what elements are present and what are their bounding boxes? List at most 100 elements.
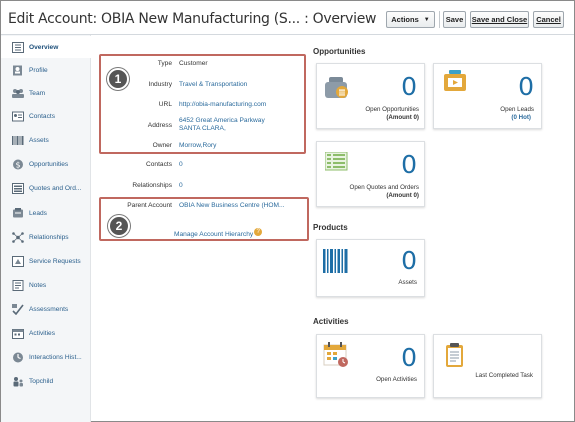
assets-icon — [12, 135, 24, 146]
address-label: Address — [147, 122, 172, 129]
sidebar-item-assets[interactable]: Assets — [1, 129, 91, 151]
assets-count: 0 — [401, 246, 417, 275]
notes-icon — [12, 279, 24, 291]
industry-label: Industry — [148, 81, 172, 88]
clipboard-icon — [444, 342, 466, 373]
assets-label: Assets — [398, 279, 417, 286]
help-icon[interactable]: ? — [254, 227, 263, 236]
open-activities-card[interactable]: 0 Open Activities — [316, 334, 425, 398]
sidebar-item-activities[interactable]: Activities — [1, 322, 91, 344]
open-quotes-orders-card[interactable]: 0 Open Quotes and Orders (Amount 0) — [316, 141, 425, 207]
sidebar-item-label: Profile — [29, 66, 48, 74]
open-leads-hot-link[interactable]: (0 Hot) — [511, 114, 531, 121]
calendar-icon — [323, 342, 349, 373]
actions-menu-button[interactable]: Actions ▼ — [386, 11, 435, 28]
sidebar-item-label: Interactions Hist... — [29, 353, 82, 361]
sidebar-item-label: Assets — [29, 136, 49, 144]
leads-box-icon — [443, 70, 467, 99]
cancel-button[interactable]: Cancel — [533, 11, 564, 28]
opportunity-bag-icon — [323, 75, 349, 104]
sidebar-item-label: Leads — [29, 209, 47, 217]
sidebar-item-interactions-history[interactable]: Interactions Hist... — [1, 346, 91, 368]
cancel-label: Cancel — [536, 15, 561, 24]
open-leads-label: Open Leads — [500, 106, 534, 113]
type-value: Customer — [179, 60, 208, 67]
save-button[interactable]: Save — [443, 11, 466, 28]
activities-section-title: Activities — [313, 317, 349, 326]
open-opportunities-amount: (Amount 0) — [386, 114, 419, 121]
sidebar-item-overview[interactable]: Overview — [1, 36, 91, 58]
sidebar-item-service-requests[interactable]: Service Requests — [1, 250, 91, 272]
open-opportunities-label: Open Opportunities — [365, 106, 419, 113]
barcode-icon — [323, 249, 349, 278]
sidebar-item-label: Notes — [29, 281, 47, 289]
sidebar-item-label: Topchild — [29, 377, 54, 385]
caret-down-icon: ▼ — [423, 16, 430, 23]
sidebar-item-label: Relationships — [29, 233, 69, 241]
opportunities-icon: $ — [12, 159, 24, 170]
activities-icon — [12, 328, 24, 339]
callout-badge-1: 1 — [107, 68, 129, 90]
type-label: Type — [157, 60, 172, 67]
page-header: Edit Account: OBIA New Manufacturing (S.… — [1, 1, 574, 35]
address-line2[interactable]: SANTA CLARA, — [179, 125, 226, 132]
toolbar-separator — [439, 11, 440, 28]
sidebar-item-notes[interactable]: Notes — [1, 274, 91, 296]
contacts-count-link[interactable]: 0 — [179, 161, 183, 168]
sidebar-item-label: Team — [29, 89, 46, 97]
sidebar-item-opportunities[interactable]: $ Opportunities — [1, 153, 91, 175]
page-title: Edit Account: OBIA New Manufacturing (S.… — [8, 11, 377, 27]
leads-icon — [12, 207, 24, 219]
sidebar-item-leads[interactable]: Leads — [1, 202, 91, 224]
sidebar-item-label: Quotes and Ord... — [29, 184, 82, 192]
parent-account-link[interactable]: OBIA New Business Centre (HOM... — [179, 202, 285, 209]
owner-link[interactable]: Morrow,Rory — [179, 142, 216, 149]
sidebar-item-label: Service Requests — [29, 257, 81, 265]
sidebar-item-quotes-and-orders[interactable]: Quotes and Ord... — [1, 177, 91, 199]
open-quotes-amount: (Amount 0) — [386, 192, 419, 199]
url-label: URL — [158, 101, 172, 108]
profile-icon — [12, 65, 24, 76]
interactions-icon — [12, 352, 24, 363]
sidebar-item-relationships[interactable]: Relationships — [1, 226, 91, 248]
assessments-icon — [12, 303, 24, 315]
manage-account-hierarchy-link[interactable]: Manage Account Hierarchy — [174, 231, 253, 238]
assets-card[interactable]: 0 Assets — [316, 239, 425, 297]
sidebar-item-profile[interactable]: Profile — [1, 59, 91, 81]
sidebar-item-label: Contacts — [29, 112, 56, 120]
sidebar-nav: Overview Profile Team Contacts Assets $ … — [1, 35, 91, 422]
callout-badge-2: 2 — [108, 215, 130, 237]
manage-hierarchy-row: Manage Account Hierarchy? — [174, 223, 263, 241]
sidebar-item-contacts[interactable]: Contacts — [1, 105, 91, 127]
overview-icon — [12, 41, 24, 53]
sidebar-item-assessments[interactable]: Assessments — [1, 298, 91, 320]
save-and-close-label: Save and Close — [471, 15, 528, 24]
open-opportunities-card[interactable]: 0 Open Opportunities (Amount 0) — [316, 63, 425, 129]
opportunities-section-title: Opportunities — [313, 47, 366, 56]
open-quotes-label: Open Quotes and Orders — [349, 184, 419, 191]
sidebar-item-label: Activities — [29, 329, 56, 337]
open-leads-card[interactable]: 0 Open Leads (0 Hot) — [433, 63, 542, 129]
industry-value[interactable]: Travel & Transportation — [179, 81, 247, 88]
contacts-label: Contacts — [145, 161, 172, 168]
owner-label: Owner — [152, 142, 172, 149]
sidebar-item-team[interactable]: Team — [1, 82, 91, 104]
sidebar-item-label: Overview — [29, 43, 59, 51]
open-leads-count: 0 — [518, 72, 534, 101]
open-activities-label: Open Activities — [376, 376, 417, 383]
parent-account-label: Parent Account — [127, 202, 172, 209]
quotes-icon — [12, 182, 24, 194]
url-link[interactable]: http://obia-manufacturing.com — [179, 101, 266, 108]
relationships-label: Relationships — [132, 182, 172, 189]
team-icon — [12, 88, 24, 99]
open-activities-count: 0 — [401, 343, 417, 372]
sidebar-item-topchild[interactable]: Topchild — [1, 370, 91, 392]
relationships-count-link[interactable]: 0 — [179, 182, 183, 189]
last-completed-task-card[interactable]: Last Completed Task — [433, 334, 542, 398]
save-and-close-button[interactable]: Save and Close — [470, 11, 529, 28]
svg-text:$: $ — [15, 160, 20, 169]
actions-label: Actions — [391, 15, 419, 24]
products-section-title: Products — [313, 223, 348, 232]
open-opportunities-count: 0 — [401, 72, 417, 101]
address-line1[interactable]: 6452 Great America Parkway — [179, 117, 265, 124]
